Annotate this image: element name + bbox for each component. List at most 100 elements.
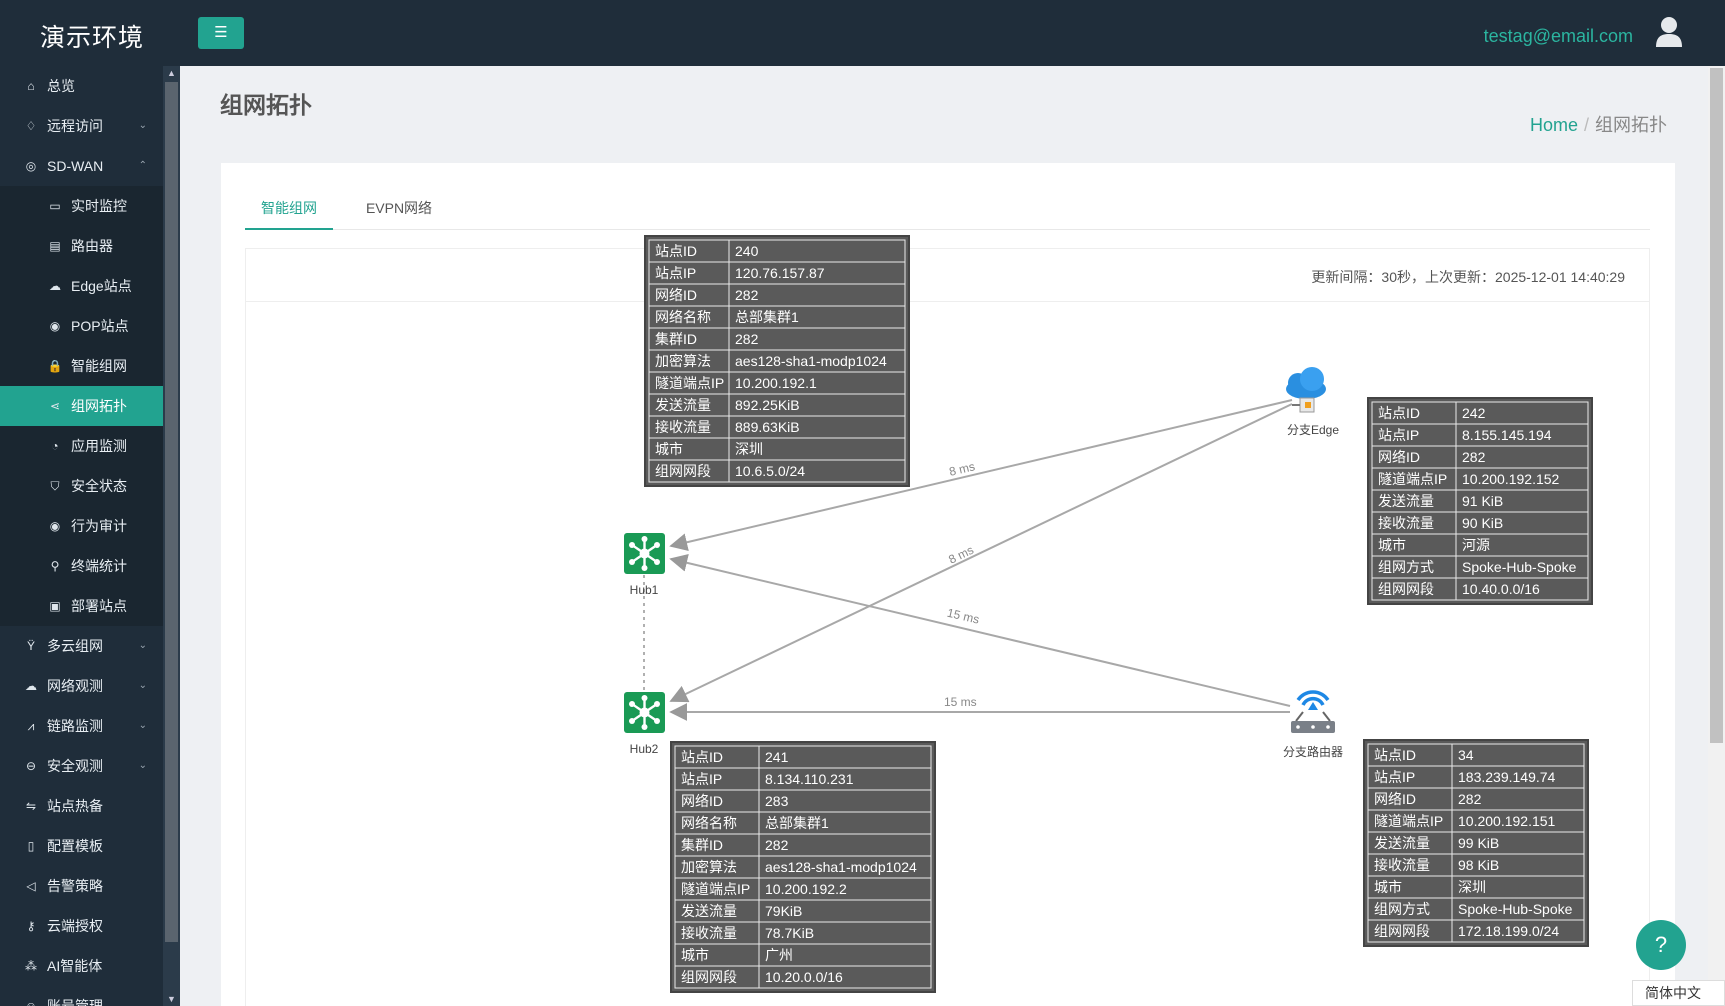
node-hub1[interactable]: Hub1 (624, 533, 665, 597)
info-table-key: 站点ID (1374, 747, 1416, 763)
info-table-key: 站点IP (1378, 427, 1419, 443)
info-table-value: 282 (1458, 791, 1482, 807)
info-table-value: 10.6.5.0/24 (735, 463, 805, 479)
info-table-key: 集群ID (655, 331, 697, 347)
info-table-value: 98 KiB (1458, 857, 1499, 873)
info-table-key: 组网网段 (1374, 923, 1430, 939)
language-selector[interactable]: 简体中文 (1632, 980, 1725, 1006)
info-table-value: 10.200.192.152 (1462, 471, 1560, 487)
info-table-key: 网络ID (655, 287, 697, 303)
info-table-key: 接收流量 (655, 419, 711, 435)
info-table-key: 隧道端点IP (1374, 813, 1443, 829)
page-scroll-thumb[interactable] (1710, 68, 1723, 743)
info-table-value: 283 (765, 793, 789, 809)
info-table-value: 8.134.110.231 (765, 771, 854, 787)
info-table-key: 组网方式 (1374, 901, 1430, 917)
node-edge[interactable]: 分支Edge (1286, 367, 1339, 437)
latency-label: 15 ms (944, 695, 977, 709)
info-table-value: 241 (765, 749, 789, 765)
info-table-value: 10.40.0.0/16 (1462, 581, 1540, 597)
info-table-hub1: 站点ID 240 站点IP 120.76.157.87 网络ID 282 网络名称 总部集群1… (644, 235, 910, 487)
info-table-value: 10.200.192.151 (1458, 813, 1556, 829)
info-table-value: aes128-sha1-modp1024 (735, 353, 887, 369)
info-table-key: 加密算法 (681, 859, 737, 875)
node-router[interactable]: 分支路由器 (1283, 690, 1343, 759)
info-table-key: 加密算法 (655, 353, 711, 369)
info-table-value: 10.200.192.2 (765, 881, 847, 897)
info-table-value: 889.63KiB (735, 419, 800, 435)
link-router-hub1 (669, 553, 1291, 707)
info-table-hub2: 站点ID 241 站点IP 8.134.110.231 网络ID 283 网络名称 总部集群1… (670, 741, 936, 993)
info-table-key: 站点ID (681, 749, 723, 765)
info-table-key: 网络名称 (681, 815, 737, 831)
info-table-key: 城市 (1374, 879, 1402, 895)
info-table-value: 99 KiB (1458, 835, 1499, 851)
info-table-key: 网络ID (681, 793, 723, 809)
info-table-key: 发送流量 (655, 397, 711, 413)
info-table-value: aes128-sha1-modp1024 (765, 859, 917, 875)
info-table-value: Spoke-Hub-Spoke (1458, 901, 1573, 917)
info-table-value: 10.20.0.0/16 (765, 969, 843, 985)
info-table-key: 组网方式 (1378, 559, 1434, 575)
info-table-key: 隧道端点IP (655, 375, 724, 391)
help-icon: ? (1654, 932, 1668, 957)
info-table-key: 接收流量 (1374, 857, 1430, 873)
info-table-key: 网络ID (1378, 449, 1420, 465)
info-table-value: 282 (735, 287, 759, 303)
info-table-value: 172.18.199.0/24 (1458, 923, 1559, 939)
cloud-icon (1286, 367, 1326, 413)
info-table-edge: 站点ID 242 站点IP 8.155.145.194 网络ID 282 隧道端点IP 10.… (1367, 397, 1593, 605)
info-table-key: 站点IP (655, 265, 696, 281)
info-table-value: 120.76.157.87 (735, 265, 825, 281)
info-table-key: 组网网段 (681, 969, 737, 985)
info-table-key: 接收流量 (1378, 515, 1434, 531)
info-table-key: 城市 (681, 947, 709, 963)
node-hub2[interactable]: Hub2 (624, 692, 665, 756)
info-table-key: 隧道端点IP (681, 881, 750, 897)
info-table-key: 网络ID (1374, 791, 1416, 807)
info-table-value: Spoke-Hub-Spoke (1462, 559, 1577, 575)
info-table-value: 河源 (1462, 537, 1490, 553)
info-table-key: 站点ID (1378, 405, 1420, 421)
info-table-value: 282 (735, 331, 759, 347)
info-table-value: 79KiB (765, 903, 802, 919)
info-table-value: 240 (735, 243, 759, 259)
info-table-key: 隧道端点IP (1378, 471, 1447, 487)
info-table-key: 发送流量 (1378, 493, 1434, 509)
wifi-router-icon (1291, 690, 1335, 733)
info-table-value: 78.7KiB (765, 925, 814, 941)
info-table-key: 站点ID (655, 243, 697, 259)
topology-diagram: 8 ms 8 ms 15 ms 15 ms Hub1 Hub2 分支Edge 分… (624, 235, 1593, 993)
info-table-key: 组网网段 (1378, 581, 1434, 597)
node-label-hub1: Hub1 (630, 583, 659, 597)
info-table-value: 34 (1458, 747, 1474, 763)
info-table-value: 91 KiB (1462, 493, 1503, 509)
info-table-key: 接收流量 (681, 925, 737, 941)
info-table-value: 892.25KiB (735, 397, 800, 413)
info-table-value: 90 KiB (1462, 515, 1503, 531)
page-scrollbar[interactable] (1708, 66, 1725, 1006)
node-label-hub2: Hub2 (630, 742, 659, 756)
info-table-value: 10.200.192.1 (735, 375, 817, 391)
node-label-router: 分支路由器 (1283, 744, 1343, 759)
info-table-value: 183.239.149.74 (1458, 769, 1556, 785)
info-table-value: 242 (1462, 405, 1486, 421)
info-table-router: 站点ID 34 站点IP 183.239.149.74 网络ID 282 隧道端点IP 10.… (1363, 739, 1589, 947)
help-button[interactable]: ? (1636, 920, 1686, 970)
latency-label: 15 ms (946, 606, 981, 627)
info-table-key: 发送流量 (681, 903, 737, 919)
info-table-value: 282 (1462, 449, 1486, 465)
info-table-key: 站点IP (681, 771, 722, 787)
info-table-key: 城市 (1378, 537, 1406, 553)
info-table-key: 网络名称 (655, 309, 711, 325)
node-label-edge: 分支Edge (1287, 423, 1339, 437)
info-table-key: 站点IP (1374, 769, 1415, 785)
info-table-key: 组网网段 (655, 463, 711, 479)
info-table-value: 深圳 (735, 441, 763, 457)
info-table-value: 深圳 (1458, 879, 1486, 895)
info-table-value: 总部集群1 (765, 815, 829, 831)
info-table-value: 282 (765, 837, 789, 853)
info-table-key: 城市 (655, 441, 683, 457)
info-table-key: 发送流量 (1374, 835, 1430, 851)
info-table-value: 总部集群1 (735, 309, 799, 325)
